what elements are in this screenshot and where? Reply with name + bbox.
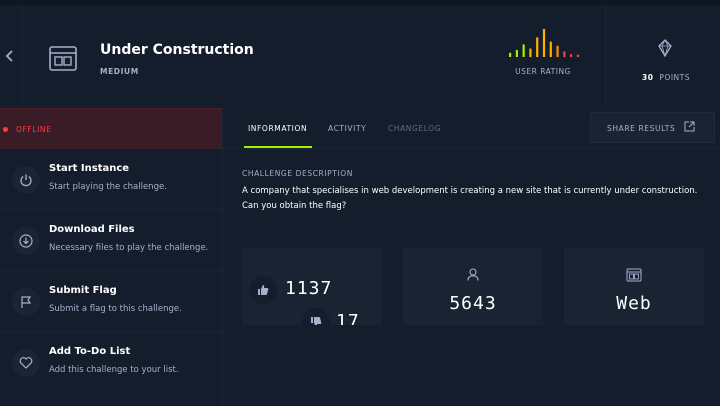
difficulty-label: MEDIUM [100, 67, 139, 76]
start-instance-button[interactable]: Start Instance Start playing the challen… [0, 149, 222, 210]
heart-icon [12, 349, 40, 377]
submit-flag-button[interactable]: Submit Flag Submit a flag to this challe… [0, 271, 222, 332]
external-link-icon [684, 121, 695, 132]
tab-information[interactable]: INFORMATION [248, 124, 307, 133]
user-rating-label: USER RATING [515, 67, 571, 76]
status-dot [3, 127, 8, 132]
side-item-subtitle: Start playing the challenge. [49, 182, 167, 192]
header-divider [22, 5, 23, 108]
points-display: 30 POINTS [616, 73, 716, 82]
solves-count: 5643 [449, 293, 497, 314]
web-category-icon [48, 45, 78, 73]
add-todo-button[interactable]: Add To-Do List Add this challenge to you… [0, 332, 222, 406]
rating-bar [509, 52, 512, 57]
category-name: Web [616, 293, 652, 314]
active-tab-indicator [244, 146, 312, 148]
points-value: 30 [641, 73, 654, 82]
share-results-button[interactable]: SHARE RESULTS [590, 112, 715, 143]
side-item-title: Submit Flag [49, 285, 117, 296]
rating-bar [549, 41, 552, 57]
side-item-title: Start Instance [49, 163, 130, 174]
content-fade [223, 325, 720, 406]
points-label: POINTS [659, 73, 691, 82]
rating-bar [570, 54, 573, 57]
rating-bar [542, 29, 546, 57]
description-label: CHALLENGE DESCRIPTION [242, 169, 354, 178]
rating-bar [529, 48, 532, 57]
likes-count: 1137 [285, 278, 333, 299]
side-item-subtitle: Submit a flag to this challenge. [49, 304, 182, 314]
description-text: A company that specialises in web develo… [242, 186, 698, 211]
category-card: Web [564, 248, 704, 325]
rating-bar [576, 54, 579, 57]
status-offline-banner: OFFLINE [0, 108, 222, 149]
rating-card: 1137 17 [242, 248, 382, 325]
side-item-title: Download Files [49, 224, 135, 235]
rating-bar [522, 44, 525, 57]
side-item-subtitle: Add this challenge to your list. [49, 365, 179, 375]
thumbs-down-button[interactable] [302, 308, 330, 325]
status-text: OFFLINE [16, 125, 52, 134]
user-icon [467, 268, 479, 281]
thumbs-up-button[interactable] [249, 276, 277, 304]
chevron-left-icon [5, 50, 13, 62]
share-results-label: SHARE RESULTS [607, 124, 676, 133]
points-divider [605, 5, 606, 108]
solves-card: 5643 [403, 248, 543, 325]
points-gem-icon [657, 39, 673, 58]
tab-activity[interactable]: ACTIVITY [328, 124, 366, 133]
challenge-title: Under Construction [100, 42, 254, 58]
flag-icon [12, 288, 40, 316]
rating-bar [563, 51, 566, 57]
rating-bar [515, 50, 518, 57]
download-files-button[interactable]: Download Files Necessary files to play t… [0, 210, 222, 271]
web-category-icon [626, 268, 642, 282]
challenge-header: Under Construction MEDIUM USER RATING 30… [0, 5, 720, 108]
rating-bar [536, 37, 539, 57]
tab-changelog[interactable]: CHANGELOG [388, 124, 441, 133]
thumbs-down-icon [311, 317, 322, 325]
user-rating-chart [509, 29, 579, 57]
rating-bar [556, 45, 559, 57]
back-button[interactable] [4, 48, 16, 64]
thumbs-up-icon [258, 285, 269, 295]
dislikes-count: 17 [336, 311, 360, 325]
download-icon [12, 227, 40, 255]
side-item-title: Add To-Do List [49, 346, 131, 357]
side-item-subtitle: Necessary files to play the challenge. [49, 243, 209, 253]
power-icon [12, 166, 40, 194]
